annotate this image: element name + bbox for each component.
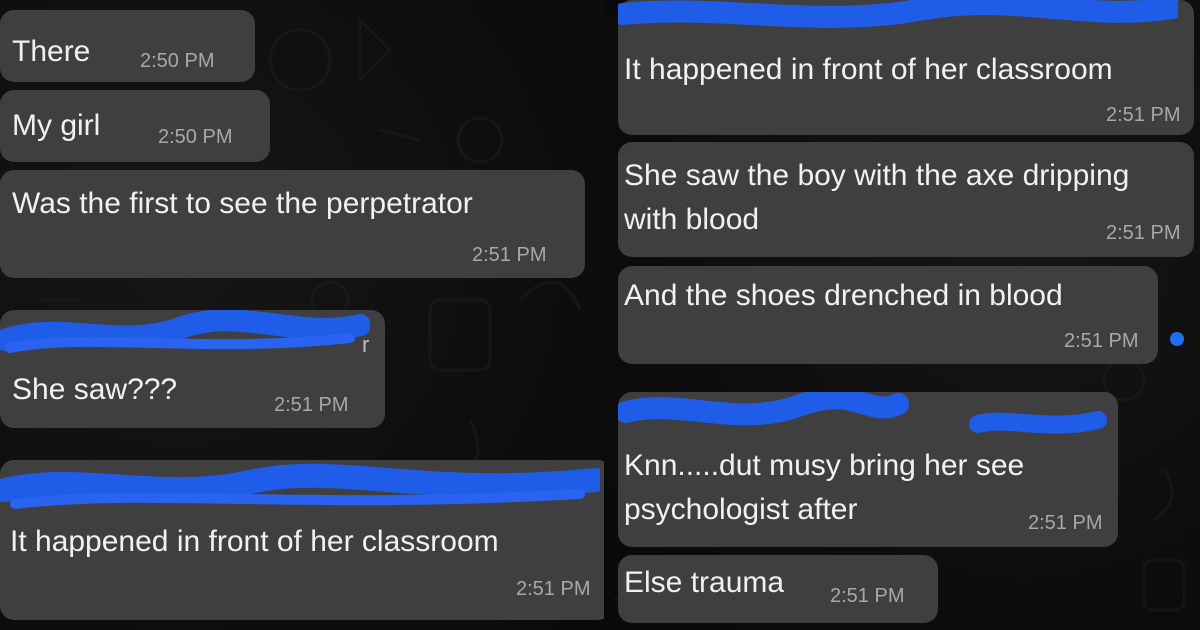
message-timestamp: 2:51 PM — [516, 578, 591, 600]
message-bubble[interactable]: Else trauma 2:51 PM — [618, 555, 938, 623]
message-timestamp: 2:51 PM — [1106, 104, 1181, 126]
message-timestamp: 2:51 PM — [830, 585, 905, 607]
message-bubble[interactable]: And the shoes drenched in blood 2:51 PM — [618, 266, 1158, 364]
message-text-line-1: She saw the boy with the axe dripping — [624, 159, 1130, 192]
message-timestamp: 2:50 PM — [158, 126, 233, 148]
message-timestamp: 2:51 PM — [1106, 222, 1181, 244]
message-bubble[interactable]: It happened in front of her classroom 2:… — [618, 0, 1194, 135]
message-text: And the shoes drenched in blood — [624, 279, 1063, 312]
message-bubble[interactable]: She saw the boy with the axe dripping wi… — [618, 142, 1194, 257]
message-bubble[interactable]: It happened in front of her classroom 2:… — [0, 460, 604, 620]
message-bubble[interactable]: r She saw??? 2:51 PM — [0, 310, 385, 428]
message-text: Was the first to see the perpetrator — [12, 187, 473, 220]
message-text-line-2: with blood — [624, 203, 760, 236]
redacted-name-fragment-icon: r — [362, 332, 370, 357]
message-text: It happened in front of her classroom — [10, 525, 499, 558]
blue-dot-icon — [1170, 332, 1184, 346]
message-bubble[interactable]: Was the first to see the perpetrator 2:5… — [0, 170, 585, 278]
redacted-sender-name — [618, 0, 1178, 28]
message-text-line-1: Knn.....dut musy bring her see — [624, 449, 1025, 482]
redacted-sender-name — [618, 392, 1107, 434]
redacted-sender-name — [0, 310, 370, 353]
message-timestamp: 2:51 PM — [472, 244, 547, 266]
message-text: My girl — [12, 109, 101, 142]
message-text-line-2: psychologist after — [624, 493, 858, 526]
message-bubble[interactable]: There 2:50 PM — [0, 10, 255, 82]
redacted-sender-name — [0, 463, 600, 509]
message-text: She saw??? — [12, 373, 178, 406]
message-timestamp: 2:50 PM — [140, 50, 215, 72]
message-timestamp: 2:51 PM — [274, 394, 349, 416]
left-chat-panel: There 2:50 PM My girl 2:50 PM Was the fi… — [0, 0, 604, 630]
message-bubble[interactable]: Knn.....dut musy bring her see psycholog… — [618, 392, 1118, 547]
message-timestamp: 2:51 PM — [1064, 330, 1139, 352]
message-bubble[interactable]: My girl 2:50 PM — [0, 90, 270, 162]
message-timestamp: 2:51 PM — [1028, 512, 1103, 534]
message-text: It happened in front of her classroom — [624, 53, 1113, 86]
right-chat-panel: It happened in front of her classroom 2:… — [604, 0, 1200, 630]
message-text: There — [12, 35, 91, 68]
message-text: Else trauma — [624, 566, 785, 599]
